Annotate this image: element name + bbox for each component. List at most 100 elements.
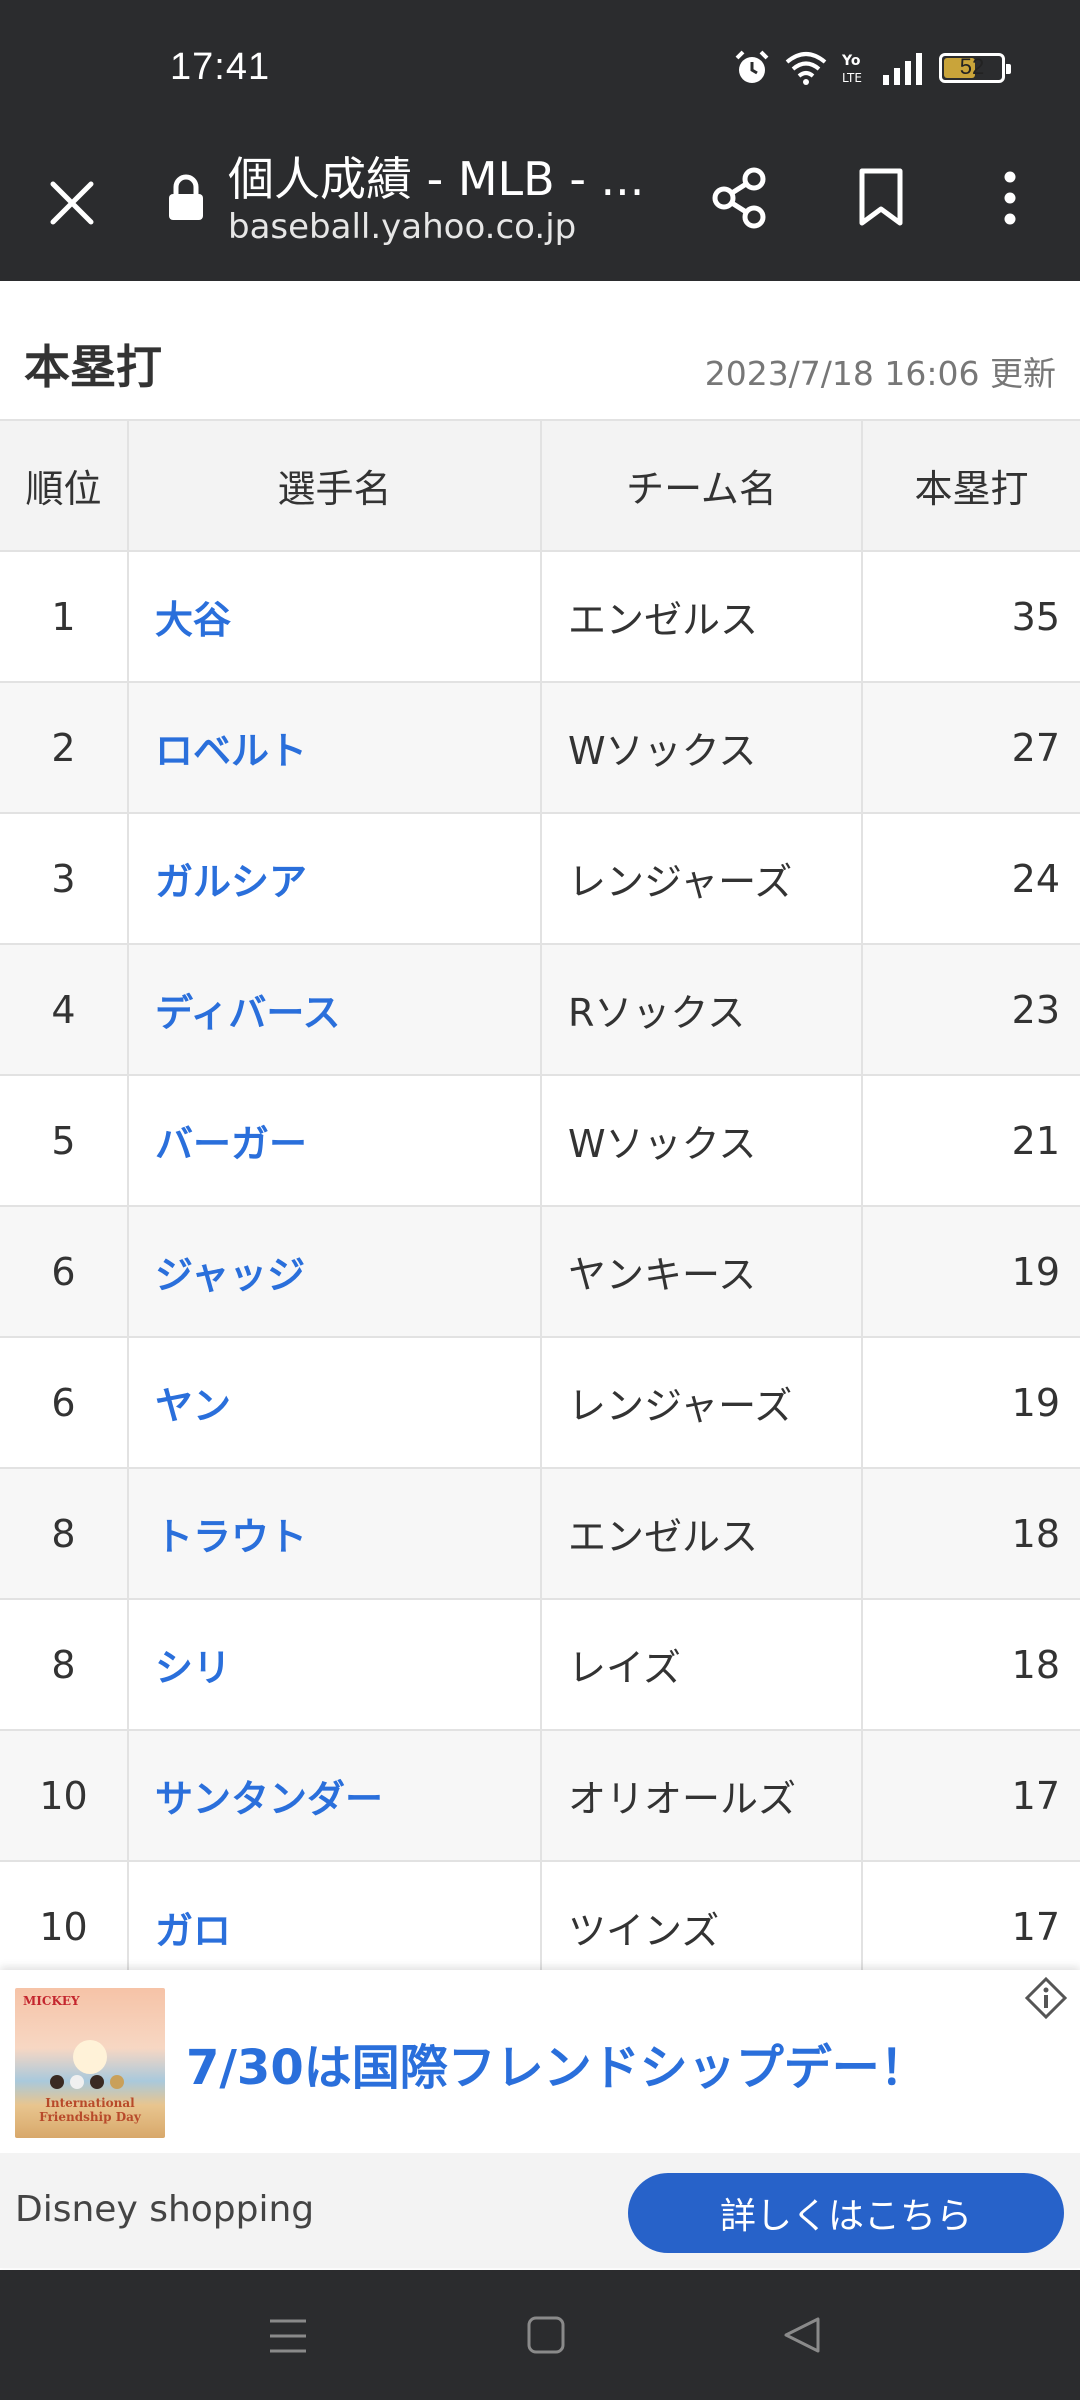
table-row: 5 バーガー Wソックス 21: [0, 1074, 1080, 1206]
home-runs-cell: 23: [862, 943, 1080, 1075]
status-icons: Yo LTE 52: [733, 48, 1011, 88]
team-cell: ヤンキース: [541, 1205, 863, 1337]
home-runs-cell: 17: [862, 1729, 1080, 1861]
header-player: 選手名: [128, 419, 542, 551]
sun-shape: [73, 2040, 107, 2074]
rank-cell: 8: [0, 1467, 129, 1599]
page-url[interactable]: baseball.yahoo.co.jp: [228, 207, 576, 247]
home-square-icon: [527, 2316, 565, 2354]
section-title: 本塁打: [24, 340, 162, 394]
header-home-runs: 本塁打: [862, 419, 1080, 551]
rank-cell: 2: [0, 681, 129, 813]
browser-toolbar: 個人成績 - MLB - ... baseball.yahoo.co.jp: [0, 135, 1080, 281]
ad-advertiser: Disney shopping: [15, 2189, 315, 2230]
home-runs-cell: 18: [862, 1467, 1080, 1599]
team-cell: Wソックス: [541, 1074, 863, 1206]
battery-level: 52: [959, 54, 985, 79]
share-button[interactable]: [706, 165, 772, 235]
team-cell: レンジャーズ: [541, 812, 863, 944]
player-link[interactable]: バーガー: [128, 1074, 542, 1206]
table-row: 4 ディバース Rソックス 23: [0, 943, 1080, 1075]
rank-cell: 5: [0, 1074, 129, 1206]
team-cell: レイズ: [541, 1598, 863, 1730]
player-link[interactable]: ヤン: [128, 1336, 542, 1468]
player-link[interactable]: サンタンダー: [128, 1729, 542, 1861]
system-nav-bar: [0, 2270, 1080, 2400]
volte-icon: Yo LTE: [841, 53, 862, 85]
ad-image-logo: MICKEY: [23, 1994, 80, 2008]
ad-cta-button[interactable]: 詳しくはこちら: [628, 2173, 1064, 2253]
player-link[interactable]: ガルシア: [128, 812, 542, 944]
rank-cell: 6: [0, 1205, 129, 1337]
team-cell: レンジャーズ: [541, 1336, 863, 1468]
close-button[interactable]: [40, 171, 104, 235]
ad-image[interactable]: MICKEY International Friendship Day: [15, 1988, 165, 2138]
more-vertical-icon: [1004, 171, 1016, 225]
table-row: 10 サンタンダー オリオールズ 17: [0, 1729, 1080, 1861]
home-button[interactable]: [526, 2315, 566, 2359]
home-runs-cell: 24: [862, 812, 1080, 944]
share-icon: [712, 167, 766, 229]
bookmark-icon: [859, 168, 903, 226]
table-row: 8 トラウト エンゼルス 18: [0, 1467, 1080, 1599]
player-link[interactable]: トラウト: [128, 1467, 542, 1599]
page-title[interactable]: 個人成績 - MLB - ...: [228, 143, 644, 209]
ad-banner[interactable]: MICKEY International Friendship Day 7/30…: [0, 1970, 1080, 2268]
team-cell: Wソックス: [541, 681, 863, 813]
ad-headline[interactable]: 7/30は国際フレンドシップデー！: [186, 2028, 928, 2098]
rank-cell: 6: [0, 1336, 129, 1468]
bookmark-button[interactable]: [856, 165, 906, 235]
svg-text:Yo: Yo: [841, 53, 861, 69]
rank-cell: 8: [0, 1598, 129, 1730]
player-link[interactable]: ロベルト: [128, 681, 542, 813]
header-rank: 順位: [0, 419, 129, 551]
more-button[interactable]: [990, 165, 1030, 235]
home-runs-cell: 21: [862, 1074, 1080, 1206]
table-row: 6 ヤン レンジャーズ 19: [0, 1336, 1080, 1468]
status-time: 17:41: [170, 46, 271, 88]
back-triangle-icon: [784, 2317, 820, 2353]
wifi-icon: [785, 52, 827, 85]
rank-cell: 4: [0, 943, 129, 1075]
home-run-ranking-table: 順位 選手名 チーム名 本塁打 1 大谷 エンゼルス 35 2 ロベルト Wソッ…: [0, 419, 1080, 1992]
section-header: 本塁打 2023/7/18 16:06 更新: [0, 281, 1080, 419]
menu-icon: [270, 2319, 306, 2353]
status-bar: 17:41 Yo LTE 52: [0, 0, 1080, 135]
characters-illustration: [50, 2075, 124, 2089]
player-link[interactable]: ジャッジ: [128, 1205, 542, 1337]
rank-cell: 1: [0, 550, 129, 682]
ad-info-icon[interactable]: [1024, 1976, 1068, 2020]
header-team: チーム名: [541, 419, 863, 551]
rank-cell: 3: [0, 812, 129, 944]
alarm-icon: [735, 50, 769, 83]
home-runs-cell: 27: [862, 681, 1080, 813]
team-cell: Rソックス: [541, 943, 863, 1075]
home-runs-cell: 18: [862, 1598, 1080, 1730]
team-cell: エンゼルス: [541, 550, 863, 682]
ad-image-caption: International Friendship Day: [39, 2096, 141, 2124]
table-row: 3 ガルシア レンジャーズ 24: [0, 812, 1080, 944]
rank-cell: 10: [0, 1729, 129, 1861]
back-button[interactable]: [782, 2315, 822, 2359]
table-row: 6 ジャッジ ヤンキース 19: [0, 1205, 1080, 1337]
home-runs-cell: 19: [862, 1205, 1080, 1337]
team-cell: エンゼルス: [541, 1467, 863, 1599]
close-icon: [50, 181, 94, 225]
battery-icon: 52: [939, 53, 1011, 83]
home-runs-cell: 19: [862, 1336, 1080, 1468]
ad-footer: Disney shopping 詳しくはこちら: [0, 2153, 1080, 2268]
recent-apps-button[interactable]: [268, 2317, 308, 2359]
home-runs-cell: 35: [862, 550, 1080, 682]
table-row: 8 シリ レイズ 18: [0, 1598, 1080, 1730]
table-header-row: 順位 選手名 チーム名 本塁打: [0, 419, 1080, 551]
player-link[interactable]: 大谷: [128, 550, 542, 682]
player-link[interactable]: シリ: [128, 1598, 542, 1730]
svg-text:LTE: LTE: [842, 71, 862, 85]
lock-icon: [169, 174, 203, 220]
player-link[interactable]: ディバース: [128, 943, 542, 1075]
updated-timestamp: 2023/7/18 16:06 更新: [704, 354, 1056, 393]
table-row: 1 大谷 エンゼルス 35: [0, 550, 1080, 682]
signal-icon: [883, 53, 922, 85]
table-row: 2 ロベルト Wソックス 27: [0, 681, 1080, 813]
team-cell: オリオールズ: [541, 1729, 863, 1861]
